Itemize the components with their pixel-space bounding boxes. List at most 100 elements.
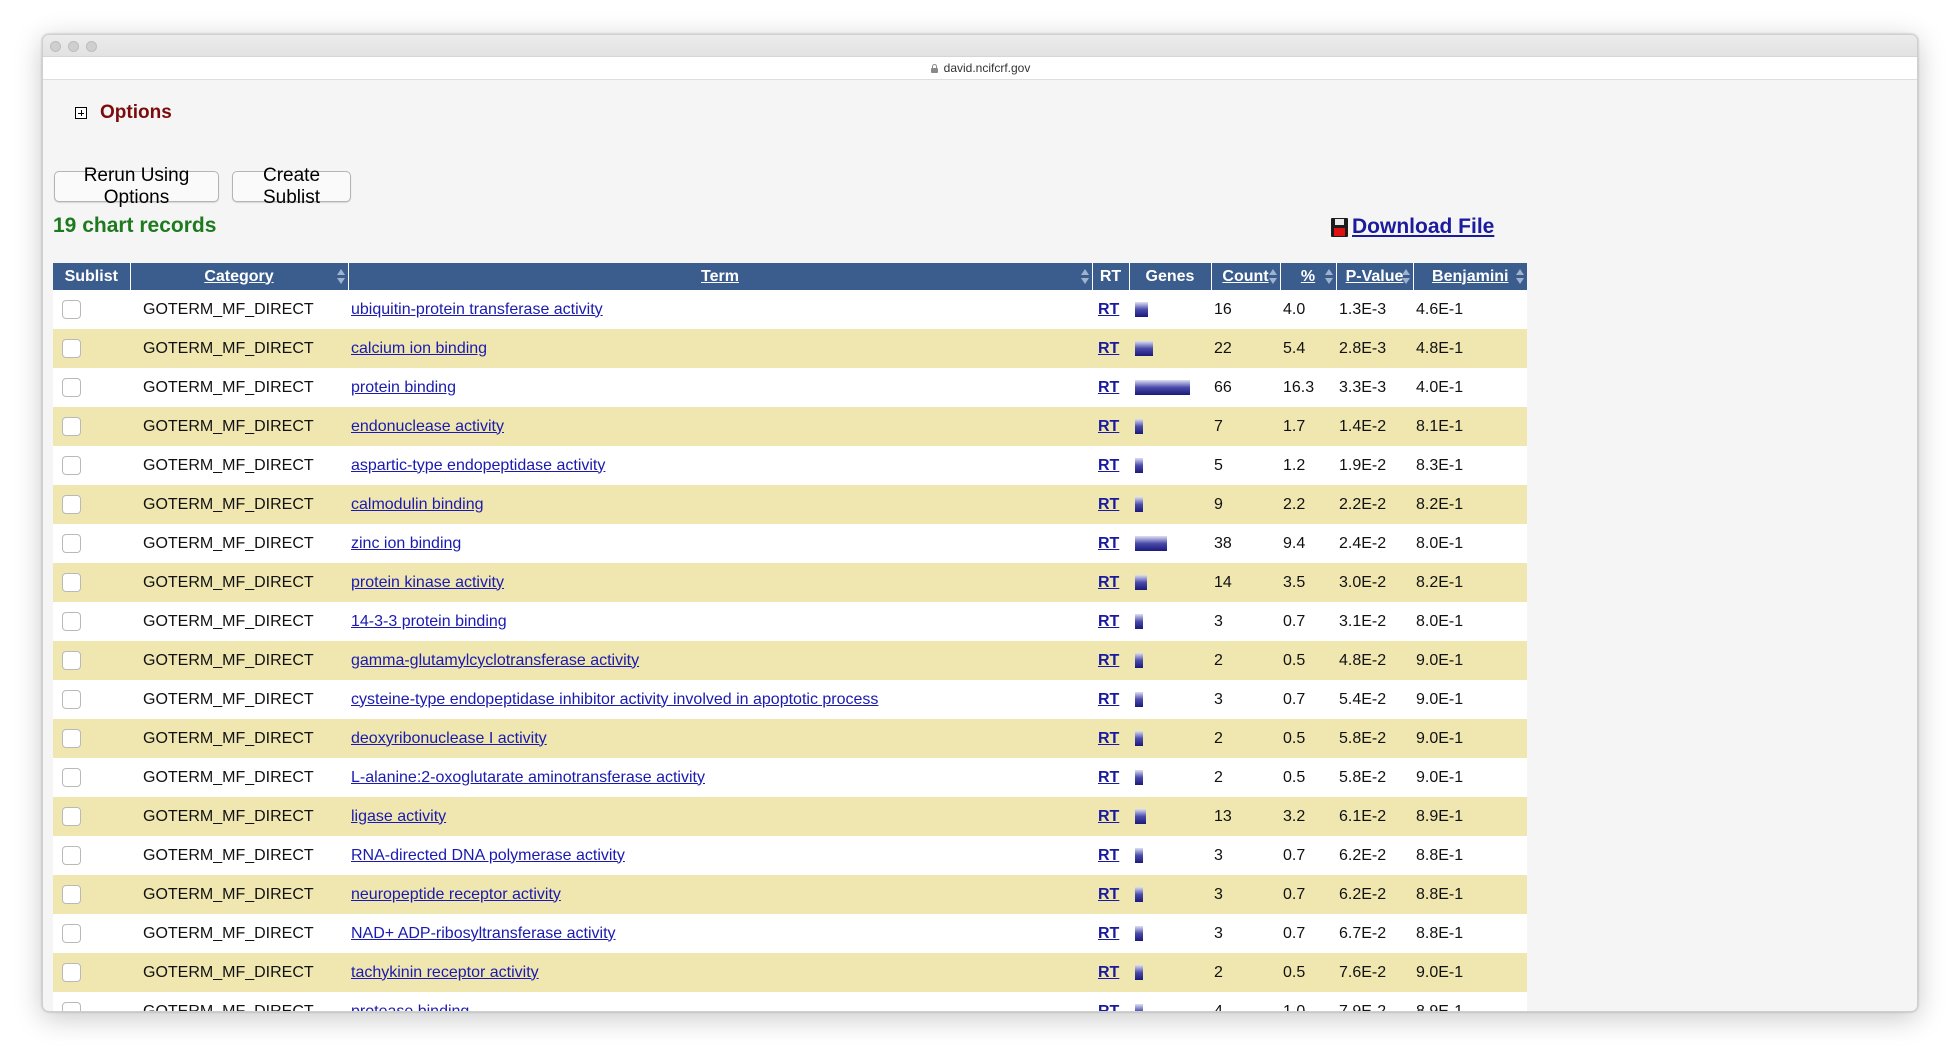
rt-link[interactable]: RT [1092,368,1129,407]
gene-count-bar[interactable] [1135,379,1190,395]
sublist-checkbox[interactable] [62,768,81,787]
sublist-checkbox[interactable] [62,1002,81,1011]
header-pvalue[interactable]: P-Value [1336,263,1414,290]
rt-link[interactable]: RT [1092,797,1129,836]
rt-link[interactable]: RT [1092,680,1129,719]
sublist-checkbox[interactable] [62,339,81,358]
rt-link[interactable]: RT [1092,875,1129,914]
pvalue-cell: 7.9E-2 [1336,992,1413,1011]
term-link[interactable]: protease binding [348,1003,469,1012]
rt-link[interactable]: RT [1092,563,1129,602]
sublist-checkbox[interactable] [62,690,81,709]
gene-count-bar[interactable] [1135,925,1143,941]
sublist-checkbox[interactable] [62,378,81,397]
sort-arrows-icon[interactable] [1401,269,1410,285]
rt-link[interactable]: RT [1092,992,1129,1011]
term-link[interactable]: 14-3-3 protein binding [348,613,507,630]
sublist-checkbox[interactable] [62,846,81,865]
sublist-checkbox[interactable] [62,729,81,748]
gene-count-bar[interactable] [1135,886,1143,902]
gene-count-bar[interactable] [1135,457,1143,473]
rt-link[interactable]: RT [1092,836,1129,875]
term-link[interactable]: zinc ion binding [348,535,461,552]
sort-arrows-icon[interactable] [1268,269,1277,285]
gene-count-bar[interactable] [1135,691,1143,707]
header-count[interactable]: Count [1211,263,1281,290]
create-sublist-button[interactable]: Create Sublist [232,165,351,208]
gene-count-bar[interactable] [1135,730,1143,746]
zoom-window-button[interactable] [86,41,97,52]
gene-count-bar[interactable] [1135,808,1146,824]
header-category[interactable]: Category [130,263,349,290]
gene-count-bar[interactable] [1135,652,1143,668]
rt-link[interactable]: RT [1092,602,1129,641]
category-cell: GOTERM_MF_DIRECT [130,953,348,992]
term-link[interactable]: ubiquitin-protein transferase activity [348,301,603,318]
rt-link[interactable]: RT [1092,446,1129,485]
sublist-checkbox[interactable] [62,495,81,514]
gene-count-bar[interactable] [1135,1003,1143,1011]
rt-link[interactable]: RT [1092,719,1129,758]
term-link[interactable]: NAD+ ADP-ribosyltransferase activity [348,925,616,942]
sublist-checkbox[interactable] [62,924,81,943]
table-row: GOTERM_MF_DIRECT NAD+ ADP-ribosyltransfer… [53,914,1527,953]
gene-count-bar[interactable] [1135,418,1143,434]
term-link[interactable]: deoxyribonuclease I activity [348,730,547,747]
term-link[interactable]: calmodulin binding [348,496,484,513]
term-link[interactable]: neuropeptide receptor activity [348,886,561,903]
rt-link[interactable]: RT [1092,914,1129,953]
download-file-link[interactable]: Download File [1331,215,1494,239]
header-benjamini[interactable]: Benjamini [1413,263,1527,290]
gene-count-bar[interactable] [1135,769,1143,785]
rt-link[interactable]: RT [1092,758,1129,797]
term-link[interactable]: L-alanine:2-oxoglutarate aminotransferas… [348,769,705,786]
minimize-window-button[interactable] [68,41,79,52]
gene-count-bar[interactable] [1135,340,1153,356]
sort-arrows-icon[interactable] [336,269,345,285]
rt-link[interactable]: RT [1092,329,1129,368]
sort-arrows-icon[interactable] [1324,269,1333,285]
term-link[interactable]: tachykinin receptor activity [348,964,539,981]
rt-link[interactable]: RT [1092,953,1129,992]
close-window-button[interactable] [50,41,61,52]
rt-link[interactable]: RT [1092,524,1129,563]
expand-plus-icon[interactable] [75,107,87,119]
gene-count-bar[interactable] [1135,496,1143,512]
term-link[interactable]: RNA-directed DNA polymerase activity [348,847,625,864]
sublist-checkbox[interactable] [62,807,81,826]
term-link[interactable]: calcium ion binding [348,340,487,357]
term-link[interactable]: protein kinase activity [348,574,504,591]
sublist-checkbox[interactable] [62,456,81,475]
header-term[interactable]: Term [348,263,1093,290]
sublist-checkbox[interactable] [62,885,81,904]
rt-link[interactable]: RT [1092,641,1129,680]
header-percent[interactable]: % [1280,263,1337,290]
sublist-checkbox[interactable] [62,573,81,592]
gene-count-bar[interactable] [1135,613,1143,629]
sublist-checkbox[interactable] [62,417,81,436]
gene-count-bar[interactable] [1135,847,1143,863]
sort-arrows-icon[interactable] [1515,269,1524,285]
term-link[interactable]: cysteine-type endopeptidase inhibitor ac… [348,691,878,708]
term-link[interactable]: ligase activity [348,808,446,825]
gene-count-bar[interactable] [1135,964,1143,980]
term-link[interactable]: gamma-glutamylcyclotransferase activity [348,652,639,669]
term-link[interactable]: protein binding [348,379,456,396]
sublist-checkbox[interactable] [62,300,81,319]
rerun-using-options-button[interactable]: Rerun Using Options [54,165,219,208]
address-bar[interactable]: david.ncifcrf.gov [43,57,1917,80]
gene-count-bar[interactable] [1135,301,1148,317]
options-toggle[interactable]: Options [75,102,172,124]
term-link[interactable]: aspartic-type endopeptidase activity [348,457,605,474]
gene-count-bar[interactable] [1135,535,1167,551]
rt-link[interactable]: RT [1092,485,1129,524]
sublist-checkbox[interactable] [62,612,81,631]
term-link[interactable]: endonuclease activity [348,418,504,435]
gene-count-bar[interactable] [1135,574,1147,590]
rt-link[interactable]: RT [1092,407,1129,446]
sort-arrows-icon[interactable] [1080,269,1089,285]
sublist-checkbox[interactable] [62,963,81,982]
sublist-checkbox[interactable] [62,651,81,670]
sublist-checkbox[interactable] [62,534,81,553]
rt-link[interactable]: RT [1092,290,1129,329]
